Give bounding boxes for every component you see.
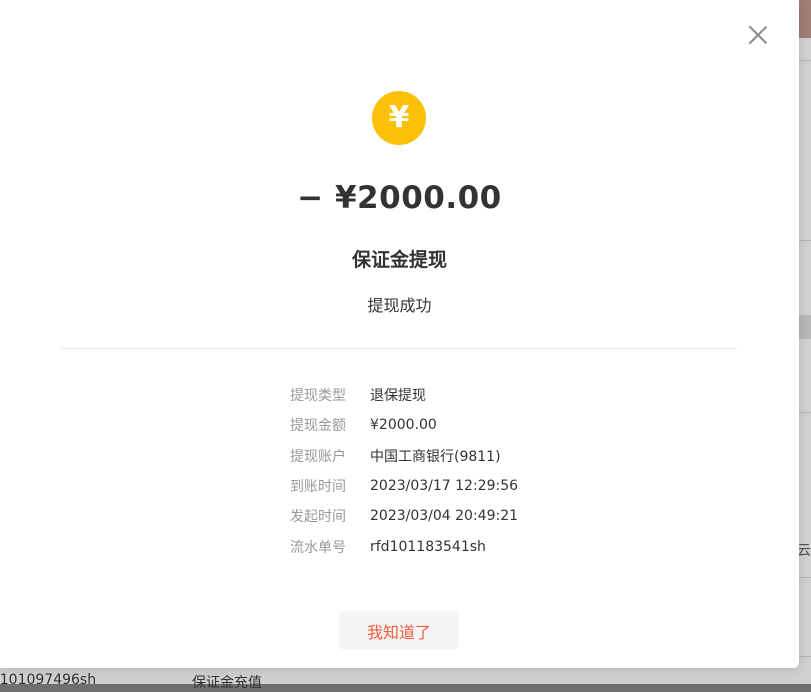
detail-label: 发起时间: [290, 509, 346, 526]
detail-label: 提现账户: [290, 448, 346, 465]
detail-row-serial-number: 流水单号 rfd101183541sh: [290, 531, 518, 561]
yen-glyph: ¥: [388, 100, 410, 135]
withdrawal-detail-dialog: ¥ − ¥2000.00 保证金提现 提现成功 提现类型 退保提现 提现金额 ¥…: [0, 0, 799, 668]
divider: [61, 348, 737, 349]
detail-row-account: 提现账户 中国工商银行(9811): [290, 441, 518, 471]
detail-list: 提现类型 退保提现 提现金额 ¥2000.00 提现账户 中国工商银行(9811…: [290, 380, 518, 562]
detail-label: 提现金额: [290, 418, 346, 435]
detail-value: 2023/03/17 12:29:56: [370, 478, 519, 495]
detail-value: ¥2000.00: [370, 417, 437, 434]
close-icon[interactable]: [748, 24, 768, 44]
detail-value: rfd101183541sh: [370, 538, 486, 555]
detail-label: 到账时间: [290, 479, 346, 496]
detail-row-initiated-time: 发起时间 2023/03/04 20:49:21: [290, 501, 518, 531]
detail-value: 2023/03/04 20:49:21: [370, 508, 519, 525]
yen-coin-icon: ¥: [372, 91, 426, 145]
detail-row-type: 提现类型 退保提现: [290, 380, 518, 410]
withdrawal-amount: − ¥2000.00: [297, 180, 502, 216]
detail-label: 流水单号: [290, 539, 346, 556]
detail-value: 中国工商银行(9811): [370, 448, 501, 465]
detail-row-amount: 提现金额 ¥2000.00: [290, 410, 518, 440]
detail-row-arrival-time: 到账时间 2023/03/17 12:29:56: [290, 471, 518, 501]
withdrawal-status: 提现成功: [367, 296, 432, 315]
detail-value: 退保提现: [370, 388, 426, 405]
acknowledge-button[interactable]: 我知道了: [339, 611, 459, 650]
detail-label: 提现类型: [290, 388, 346, 405]
dialog-title: 保证金提现: [351, 249, 447, 271]
